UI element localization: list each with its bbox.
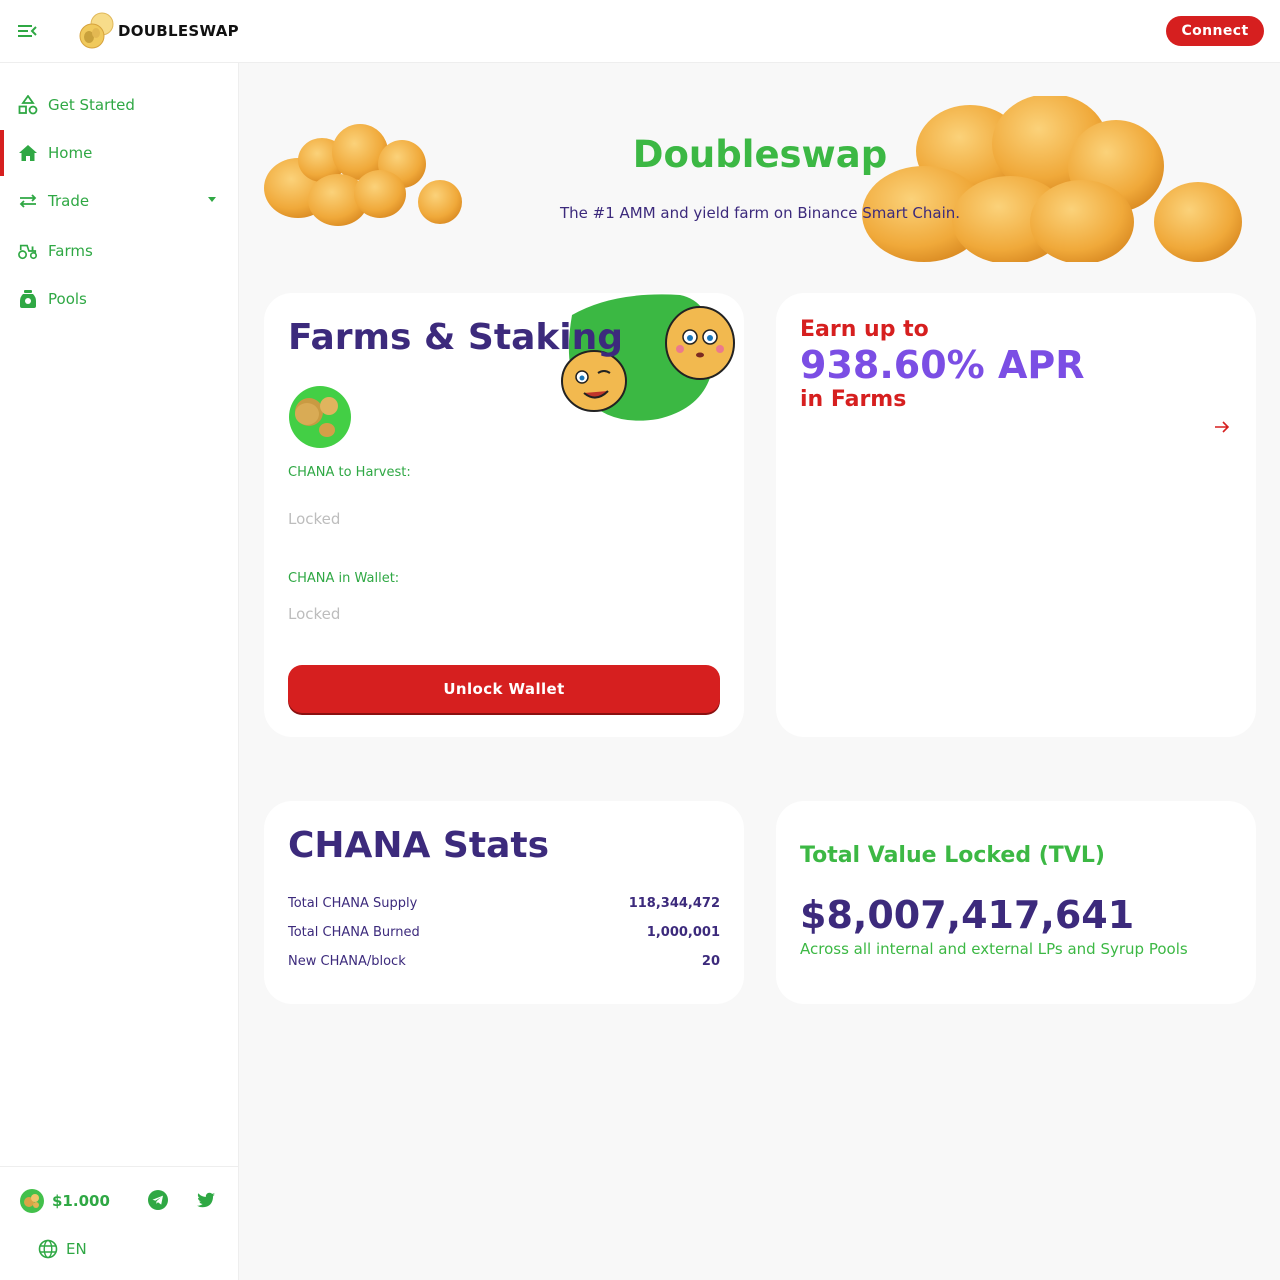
top-bar: DOUBLESWAP Connect xyxy=(0,0,1280,63)
sidebar-item-pools[interactable]: Pools xyxy=(0,275,238,323)
sidebar-item-farms[interactable]: Farms xyxy=(0,227,238,275)
chana-stats-card: CHANA Stats Total CHANA Supply 118,344,4… xyxy=(264,801,744,1004)
twitter-icon[interactable] xyxy=(196,1190,216,1210)
wallet-label: CHANA in Wallet: xyxy=(288,571,400,586)
stats-row-value: 1,000,001 xyxy=(646,924,720,940)
chickpea-mascots-illustration xyxy=(561,294,735,421)
farms-card-title: Farms & Staking xyxy=(288,317,624,358)
earn-apr-card[interactable]: Earn up to 938.60% APR in Farms xyxy=(776,293,1256,737)
sidebar-footer: $1.000 EN xyxy=(0,1166,238,1280)
tractor-icon xyxy=(18,241,38,261)
chevron-down-icon[interactable] xyxy=(208,197,216,202)
sidebar-item-label: Pools xyxy=(48,290,87,308)
chickpeas-right-illustration xyxy=(862,96,1242,262)
stats-row-value: 118,344,472 xyxy=(628,895,720,911)
stats-row: New CHANA/block 20 xyxy=(288,951,720,971)
tvl-card: Total Value Locked (TVL) $8,007,417,641 … xyxy=(776,801,1256,1004)
sidebar-item-trade[interactable]: Trade xyxy=(0,177,238,225)
stats-row-value: 20 xyxy=(701,953,720,969)
chana-coin-icon xyxy=(20,1189,44,1213)
hero-title: Doubleswap xyxy=(632,133,888,176)
sidebar-item-label: Farms xyxy=(48,242,93,260)
stats-title: CHANA Stats xyxy=(288,825,549,866)
unlock-wallet-button[interactable]: Unlock Wallet xyxy=(288,665,720,713)
sidebar-item-home[interactable]: Home xyxy=(0,129,238,177)
arrow-right-icon[interactable] xyxy=(1212,417,1232,437)
home-icon xyxy=(18,143,38,163)
language-label: EN xyxy=(66,1240,87,1258)
stats-row-label: Total CHANA Supply xyxy=(288,895,418,911)
telegram-icon[interactable] xyxy=(148,1190,168,1210)
stats-row-label: New CHANA/block xyxy=(288,953,406,969)
tvl-subtitle: Across all internal and external LPs and… xyxy=(800,940,1188,958)
brand-name: DOUBLESWAP xyxy=(118,22,239,40)
sidebar-item-label: Get Started xyxy=(48,96,135,114)
language-selector[interactable]: EN xyxy=(38,1239,87,1259)
globe-icon xyxy=(38,1239,58,1259)
stats-row-label: Total CHANA Burned xyxy=(288,924,420,940)
chickpeas-left-illustration xyxy=(264,124,462,226)
stats-row: Total CHANA Supply 118,344,472 xyxy=(288,893,720,913)
shapes-icon xyxy=(18,95,38,115)
connect-button[interactable]: Connect xyxy=(1166,16,1264,46)
stats-row: Total CHANA Burned 1,000,001 xyxy=(288,922,720,942)
sidebar: Get Started Home Trade Farms Pools $1.00… xyxy=(0,63,239,1280)
swap-icon xyxy=(18,191,38,211)
chana-token-icon xyxy=(289,386,351,448)
harvest-value: Locked xyxy=(288,510,341,528)
tvl-title: Total Value Locked (TVL) xyxy=(800,843,1105,868)
chickpea-logo-icon xyxy=(78,12,116,50)
menu-toggle-icon[interactable] xyxy=(18,22,38,40)
apr-value: 938.60% APR xyxy=(800,343,1085,387)
honeypot-icon xyxy=(18,289,38,309)
sidebar-item-label: Home xyxy=(48,144,93,162)
earn-line-1: Earn up to xyxy=(800,317,929,342)
logo[interactable]: DOUBLESWAP xyxy=(78,12,239,50)
hero-subtitle: The #1 AMM and yield farm on Binance Sma… xyxy=(559,204,961,222)
token-price-value: $1.000 xyxy=(52,1192,110,1210)
wallet-value: Locked xyxy=(288,605,341,623)
tvl-value: $8,007,417,641 xyxy=(800,893,1135,937)
token-price[interactable]: $1.000 xyxy=(20,1189,110,1213)
farms-staking-card: Farms & Staking CHANA to Harvest: Locked… xyxy=(264,293,744,737)
harvest-label: CHANA to Harvest: xyxy=(288,465,411,480)
sidebar-item-get-started[interactable]: Get Started xyxy=(0,81,238,129)
earn-line-2: in Farms xyxy=(800,387,907,412)
sidebar-item-label: Trade xyxy=(48,192,90,210)
